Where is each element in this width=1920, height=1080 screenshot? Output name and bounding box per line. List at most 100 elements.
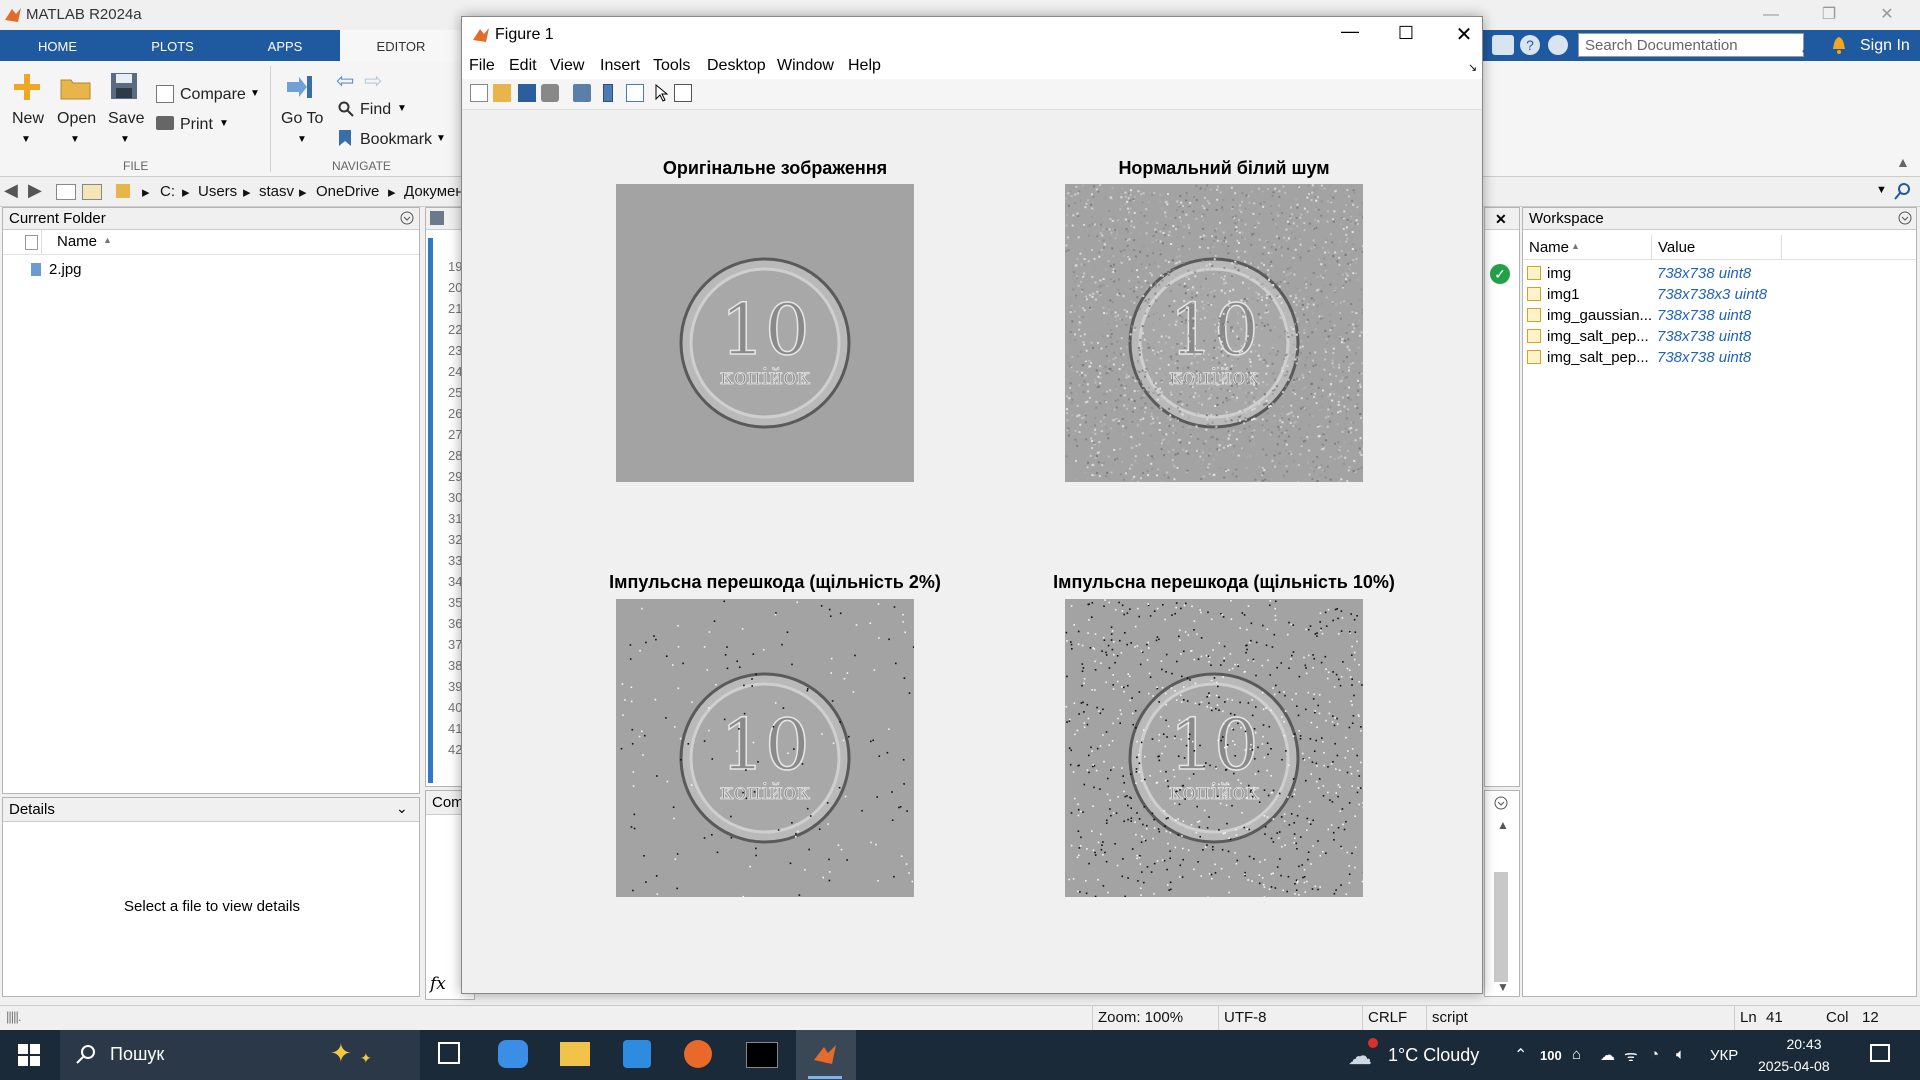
- dock-figure-icon[interactable]: ↘: [1468, 61, 1477, 74]
- layout-icon[interactable]: [1492, 35, 1514, 55]
- link-plot-icon[interactable]: [573, 84, 591, 102]
- network-icon[interactable]: ◔: [1650, 1046, 1659, 1063]
- open-file-icon[interactable]: [493, 84, 511, 102]
- search-documentation-input[interactable]: Search Documentation: [1578, 33, 1804, 57]
- scroll-up-icon[interactable]: ▲: [1497, 818, 1509, 832]
- axes-impulse-2-image[interactable]: 10 копійок: [616, 599, 914, 897]
- menu-tools[interactable]: Tools: [653, 57, 690, 75]
- copilot-sparkle-icon[interactable]: ✦: [330, 1038, 352, 1069]
- wifi-icon[interactable]: ᯤ: [1624, 1046, 1638, 1066]
- minimize-button[interactable]: —: [1748, 2, 1794, 28]
- new-figure-icon[interactable]: [470, 84, 488, 102]
- print-figure-icon[interactable]: [541, 84, 559, 102]
- breadcrumb-drive[interactable]: C:: [160, 183, 175, 200]
- chevron-down-icon[interactable]: ▼: [219, 118, 229, 129]
- insert-legend-icon[interactable]: [626, 84, 644, 102]
- save-figure-icon[interactable]: [518, 84, 536, 102]
- back-arrow-icon[interactable]: ⇦: [336, 68, 354, 94]
- panel-menu-icon[interactable]: [400, 211, 414, 225]
- menu-edit[interactable]: Edit: [509, 57, 537, 75]
- back-icon[interactable]: ◀: [4, 180, 18, 201]
- copilot-app-icon[interactable]: [498, 1040, 528, 1068]
- weather-text[interactable]: 1°C Cloudy: [1388, 1045, 1479, 1066]
- close-editor-icon[interactable]: ✕: [1495, 211, 1507, 228]
- path-search-icon[interactable]: [1894, 182, 1912, 200]
- tab-home[interactable]: HOME: [0, 30, 115, 61]
- figure-minimize-button[interactable]: —: [1328, 21, 1372, 42]
- file-explorer-icon[interactable]: [560, 1042, 590, 1066]
- menu-help[interactable]: Help: [848, 57, 881, 75]
- close-button[interactable]: ✕: [1864, 2, 1910, 28]
- list-item[interactable]: 2.jpg: [3, 260, 419, 281]
- open-button[interactable]: Open: [57, 110, 96, 128]
- tab-editor[interactable]: EDITOR: [340, 30, 462, 61]
- chevron-down-icon[interactable]: ▼: [120, 134, 130, 145]
- tab-apps[interactable]: APPS: [230, 30, 340, 61]
- firefox-icon[interactable]: [684, 1040, 712, 1068]
- menu-file[interactable]: File: [469, 57, 495, 75]
- chevron-down-icon[interactable]: ▼: [297, 134, 307, 145]
- cloud-sync-icon[interactable]: ☁: [1600, 1046, 1615, 1064]
- name-column-header[interactable]: Name: [57, 233, 97, 250]
- breadcrumb-documents[interactable]: Докумен: [404, 183, 464, 200]
- up-folder-icon[interactable]: [56, 184, 76, 200]
- browse-folder-icon[interactable]: [82, 184, 102, 200]
- property-inspector-icon[interactable]: [674, 84, 692, 102]
- code-check-ok-icon[interactable]: ✓: [1490, 264, 1510, 284]
- windows-start-icon[interactable]: [18, 1044, 40, 1066]
- restore-button[interactable]: ❐: [1806, 2, 1852, 28]
- breadcrumb-users[interactable]: Users: [198, 183, 237, 200]
- chevron-down-icon[interactable]: ▼: [397, 103, 407, 114]
- table-row[interactable]: img_gaussian... 738x738 uint8: [1523, 305, 1916, 326]
- figure-maximize-button[interactable]: ☐: [1384, 23, 1428, 44]
- microsoft-store-icon[interactable]: [623, 1040, 651, 1068]
- goto-button[interactable]: Go To: [281, 110, 323, 128]
- menu-insert[interactable]: Insert: [600, 57, 640, 75]
- show-hidden-icons[interactable]: ⌃: [1514, 1045, 1527, 1065]
- terminal-icon[interactable]: [746, 1042, 778, 1068]
- menu-window[interactable]: Window: [777, 57, 834, 75]
- menu-desktop[interactable]: Desktop: [707, 57, 766, 75]
- axes-gaussian-noise-image[interactable]: 10 копійок: [1065, 184, 1363, 482]
- axes-impulse-10-image[interactable]: 10 копійок: [1065, 599, 1363, 897]
- battery-percentage[interactable]: 100: [1540, 1048, 1562, 1063]
- tray-device-icon[interactable]: ⌂: [1572, 1046, 1581, 1063]
- name-column-header[interactable]: Name: [1529, 239, 1569, 256]
- breadcrumb-onedrive[interactable]: OneDrive: [316, 183, 379, 200]
- compare-button[interactable]: Compare: [180, 86, 246, 104]
- task-view-icon[interactable]: [438, 1042, 460, 1064]
- search-icon[interactable]: [1802, 37, 1818, 53]
- bookmark-button[interactable]: Bookmark: [360, 131, 432, 149]
- panel-menu-icon[interactable]: [1494, 796, 1508, 810]
- edit-plot-arrow-icon[interactable]: [654, 84, 670, 102]
- menu-view[interactable]: View: [550, 57, 584, 75]
- help-icon[interactable]: ?: [1520, 35, 1540, 55]
- language-indicator[interactable]: УКР: [1710, 1047, 1738, 1064]
- scrollbar-thumb[interactable]: [1494, 872, 1508, 982]
- find-button[interactable]: Find: [360, 101, 391, 119]
- new-button[interactable]: New: [12, 110, 44, 128]
- chevron-down-icon[interactable]: ▼: [250, 88, 260, 99]
- panel-menu-icon[interactable]: [1898, 211, 1912, 225]
- chevron-down-icon[interactable]: ▼: [21, 134, 31, 145]
- breadcrumb-stasv[interactable]: stasv: [259, 183, 294, 200]
- notification-bell-icon[interactable]: [1830, 35, 1848, 55]
- save-button[interactable]: Save: [108, 110, 144, 128]
- clock-time[interactable]: 20:43: [1772, 1036, 1836, 1052]
- scroll-down-icon[interactable]: ▼: [1497, 980, 1509, 994]
- chevron-down-icon[interactable]: ▼: [436, 133, 446, 144]
- community-icon[interactable]: [1548, 35, 1568, 55]
- sign-in-link[interactable]: Sign In: [1860, 37, 1910, 55]
- value-column-header[interactable]: Value: [1658, 239, 1695, 256]
- notification-center-icon[interactable]: [1870, 1044, 1890, 1062]
- print-button[interactable]: Print: [180, 116, 213, 134]
- chevron-down-icon[interactable]: ▼: [70, 134, 80, 145]
- table-row[interactable]: img_salt_pep... 738x738 uint8: [1523, 347, 1916, 368]
- details-collapse-icon[interactable]: ⌄: [396, 800, 408, 817]
- collapse-ribbon-icon[interactable]: ▲: [1896, 154, 1910, 170]
- table-row[interactable]: img 738x738 uint8: [1523, 263, 1916, 284]
- table-row[interactable]: img_salt_pep... 738x738 uint8: [1523, 326, 1916, 347]
- file-name[interactable]: 2.jpg: [49, 261, 82, 278]
- axes-original-image[interactable]: 10 копійок: [616, 184, 914, 482]
- clock-date[interactable]: 2025-04-08: [1758, 1058, 1830, 1074]
